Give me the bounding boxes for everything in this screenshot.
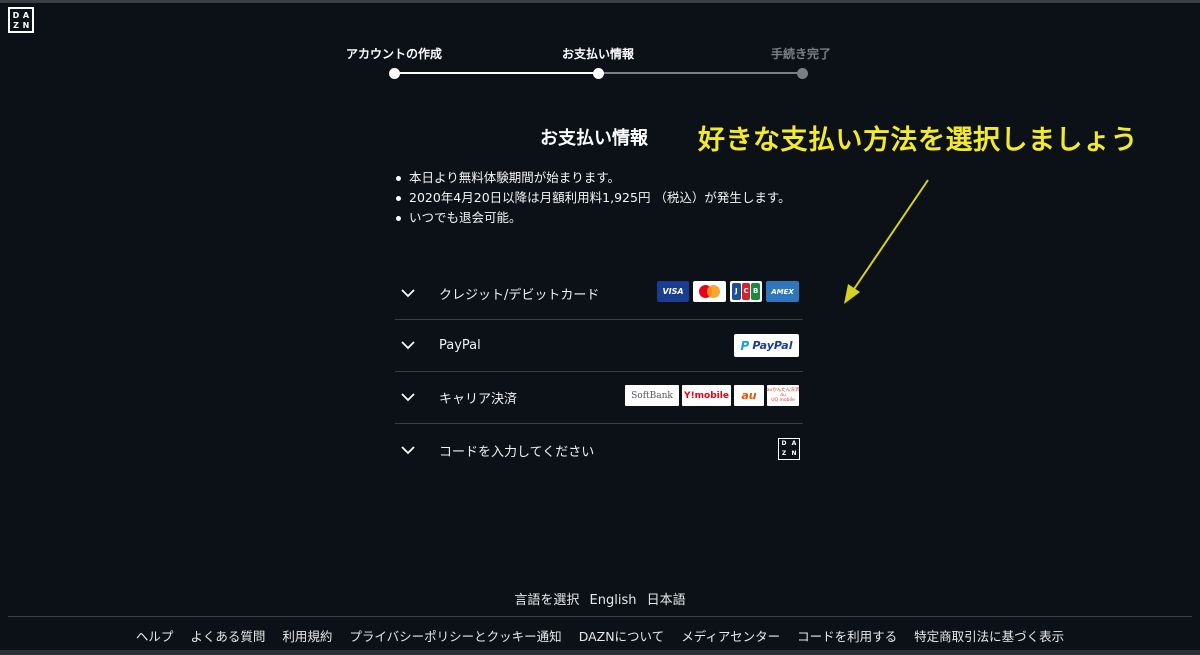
- jcb-logo: J C B: [730, 281, 762, 302]
- payment-option-label: クレジット/デビットカード: [439, 288, 600, 303]
- bottom-border: [0, 650, 1200, 655]
- step-label-account: アカウントの作成: [346, 47, 443, 61]
- step-label-complete: 手続き完了: [771, 47, 832, 61]
- chevron-down-icon: [401, 336, 429, 356]
- page-title: お支払い情報: [540, 128, 648, 149]
- chevron-down-icon: [401, 440, 429, 460]
- annotation-arrow-icon: [844, 179, 929, 304]
- uq-mobile-logo: auかんたん決済 au UQ mobile: [767, 385, 799, 406]
- footer-link-redeem[interactable]: コードを利用する: [797, 626, 897, 645]
- logo-letter: N: [22, 21, 30, 30]
- amex-logo: AMEX: [766, 281, 799, 302]
- jcb-letter: C: [741, 283, 751, 300]
- chevron-down-icon: [401, 388, 429, 408]
- logo-letter: D: [12, 11, 20, 20]
- paypal-mark-icon: P: [740, 338, 750, 353]
- paypal-logo: P PayPal: [734, 334, 799, 357]
- dazn-code-logos: D A Z N: [778, 438, 800, 460]
- note-item: 2020年4月20日以降は月額利用料1,925円 （税込）が発生します。: [394, 188, 791, 208]
- payment-option-credit-card[interactable]: クレジット/デビットカード VISA J C B AMEX: [395, 268, 803, 320]
- footer-link-help[interactable]: ヘルプ: [136, 626, 174, 645]
- step-dot-complete: [797, 68, 808, 79]
- card-logos: VISA J C B AMEX: [657, 281, 799, 302]
- jcb-letter: B: [751, 283, 761, 300]
- payment-option-code[interactable]: コードを入力してください D A Z N: [395, 424, 803, 476]
- payment-option-paypal[interactable]: PayPal P PayPal: [395, 320, 803, 372]
- paypal-logos: P PayPal: [734, 334, 799, 357]
- step-dot-account: [389, 68, 400, 79]
- payment-option-label: コードを入力してください: [439, 444, 595, 460]
- footer-link-commerce-law[interactable]: 特定商取引法に基づく表示: [914, 626, 1064, 645]
- language-option-japanese[interactable]: 日本語: [647, 593, 686, 608]
- logo-letter: N: [791, 449, 797, 457]
- top-border: [0, 0, 1200, 3]
- language-label: 言語を選択: [514, 593, 580, 608]
- chevron-down-icon: [401, 284, 429, 304]
- note-item: いつでも退会可能。: [394, 208, 791, 228]
- language-option-english[interactable]: English: [590, 593, 637, 608]
- logo-letter: D: [781, 440, 787, 447]
- dazn-logo[interactable]: D A Z N: [8, 7, 34, 33]
- visa-logo: VISA: [657, 281, 689, 302]
- footer-link-media[interactable]: メディアセンター: [681, 626, 780, 645]
- annotation-callout: 好きな支払い方法を選択しましょう: [698, 125, 1138, 156]
- payment-option-label: キャリア決済: [439, 392, 518, 407]
- logo-letter: Z: [781, 449, 787, 457]
- softbank-logo: SoftBank: [625, 385, 679, 406]
- mastercard-logo: [693, 281, 726, 302]
- logo-letter: Z: [13, 21, 19, 30]
- step-connector-pending: [604, 72, 797, 74]
- paypal-logo-text: PayPal: [752, 339, 793, 352]
- note-item: 本日より無料体験期間が始まります。: [394, 168, 791, 188]
- ymobile-logo: Y!mobile: [682, 385, 731, 406]
- dazn-small-logo: D A Z N: [778, 438, 800, 460]
- uq-logo-line: UQ mobile: [771, 398, 795, 403]
- jcb-letter: J: [732, 283, 741, 300]
- footer-link-terms[interactable]: 利用規約: [282, 626, 332, 645]
- step-dot-payment: [593, 68, 604, 79]
- footer-link-faq[interactable]: よくある質問: [190, 626, 265, 645]
- footer-links: ヘルプ よくある質問 利用規約 プライバシーポリシーとクッキー通知 DAZNにつ…: [0, 626, 1200, 645]
- step-label-payment: お支払い情報: [562, 47, 635, 61]
- footer-link-privacy[interactable]: プライバシーポリシーとクッキー通知: [349, 626, 561, 645]
- payment-method-list: クレジット/デビットカード VISA J C B AMEX PayPal P P…: [395, 268, 803, 476]
- trial-notes: 本日より無料体験期間が始まります。 2020年4月20日以降は月額利用料1,92…: [394, 168, 791, 228]
- step-connector-done: [400, 72, 593, 74]
- au-logo: au: [734, 385, 764, 406]
- language-selector: 言語を選択 English 日本語: [0, 589, 1200, 608]
- carrier-logos: SoftBank Y!mobile au auかんたん決済 au UQ mobi…: [625, 385, 799, 406]
- payment-option-carrier[interactable]: キャリア決済 SoftBank Y!mobile au auかんたん決済 au …: [395, 372, 803, 424]
- logo-letter: A: [791, 440, 797, 447]
- logo-letter: A: [22, 11, 30, 20]
- footer-divider: [8, 616, 1192, 617]
- footer-link-about[interactable]: DAZNについて: [579, 626, 665, 645]
- payment-option-label: PayPal: [439, 338, 481, 353]
